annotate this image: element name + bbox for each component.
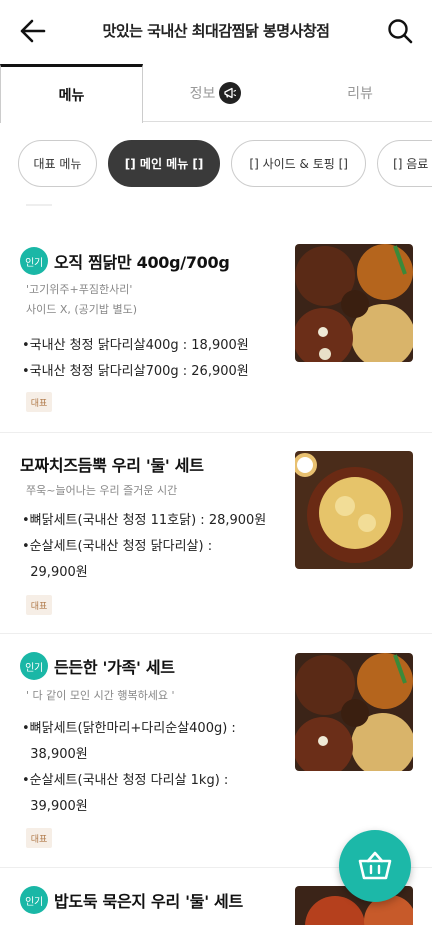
price-line: •뼈닭세트(닭한마리+다리순살400g) : (22, 721, 236, 736)
desc-line: '고기위주+푸짐한사리' (26, 283, 133, 296)
tab-review-label: 리뷰 (347, 86, 373, 102)
chip-representative-menu[interactable]: 대표 메뉴 (18, 140, 97, 187)
tab-menu-label: 메뉴 (58, 88, 85, 104)
menu-item-title: 인기 든든한 '가족' 세트 (20, 652, 175, 680)
menu-item-title: 인기 오직 찜닭만 400g/700g (20, 247, 230, 275)
tab-review[interactable]: 리뷰 (288, 64, 432, 122)
chip-label: 대표 메뉴 (33, 157, 82, 171)
category-chips: 대표 메뉴 [] 메인 메뉴 [] [] 사이드 & 토핑 [] [] 음료 [… (18, 140, 432, 188)
menu-item-prices: •뼈닭세트(닭한마리+다리순살400g) : 38,900원 •순살세트(국내산… (22, 716, 287, 820)
menu-list: 인기 오직 찜닭만 400g/700g '고기위주+푸짐한사리' 사이드 X, … (0, 200, 432, 925)
price-line: •순살세트(국내산 청정 다리살 1kg) : (22, 773, 229, 788)
representative-tag: 대표 (26, 828, 52, 848)
menu-item-title: 모짜치즈듬뿍 우리 '둘' 세트 (20, 452, 204, 476)
price-line: •국내산 청정 닭다리살700g : 26,900원 (22, 364, 249, 379)
representative-tag: 대표 (26, 595, 52, 615)
price-line: •순살세트(국내산 청정 닭다리살) : (22, 539, 213, 554)
menu-item-title: 인기 밥도둑 묵은지 우리 '둘' 세트 (20, 886, 243, 914)
price-line: 29,900원 (22, 565, 88, 580)
chip-label: [] 메인 메뉴 [] (124, 157, 204, 171)
menu-item[interactable]: 인기 오직 찜닭만 400g/700g '고기위주+푸짐한사리' 사이드 X, … (0, 225, 432, 433)
menu-item-image (295, 451, 413, 569)
menu-item-name: 밥도둑 묵은지 우리 '둘' 세트 (54, 892, 243, 911)
search-icon (388, 19, 413, 44)
basket-icon (358, 851, 392, 880)
chip-label: [] 음료 [] (393, 157, 432, 171)
representative-tag: 대표 (26, 392, 52, 412)
menu-item-name: 오직 찜닭만 400g/700g (54, 253, 230, 272)
chip-main-menu[interactable]: [] 메인 메뉴 [] (108, 140, 221, 187)
page-title: 맛있는 국내산 최대감찜닭 봉명사창점 (102, 22, 330, 40)
desc-line: 사이드 X, (공기밥 별도) (26, 303, 138, 316)
menu-item-name: 든든한 '가족' 세트 (54, 658, 175, 677)
menu-item-desc: 쭈욱~늘어나는 우리 즐거운 시간 (26, 481, 276, 501)
chip-side-topping[interactable]: [] 사이드 & 토핑 [] (231, 140, 367, 187)
popular-badge: 인기 (20, 247, 48, 275)
chip-label: [] 사이드 & 토핑 [] (249, 157, 348, 171)
megaphone-icon (219, 82, 242, 104)
menu-item-desc: ' 다 같이 모인 시간 행복하세요 ' (26, 686, 276, 706)
top-bar: 맛있는 국내산 최대감찜닭 봉명사창점 (0, 0, 432, 62)
desc-line: ' 다 같이 모인 시간 행복하세요 ' (26, 689, 175, 702)
menu-item-desc: '고기위주+푸짐한사리' 사이드 X, (공기밥 별도) (26, 280, 276, 320)
price-line: •국내산 청정 닭다리살400g : 18,900원 (22, 338, 249, 353)
price-line: •뼈닭세트(국내산 청정 11호닭) : 28,900원 (22, 513, 267, 528)
search-button[interactable] (386, 17, 414, 45)
popular-badge: 인기 (20, 652, 48, 680)
tab-info-label: 정보 (189, 86, 216, 102)
menu-item-name: 모짜치즈듬뿍 우리 '둘' 세트 (20, 456, 204, 475)
tab-info[interactable]: 정보 (143, 64, 288, 122)
tab-bar: 메뉴 정보 리뷰 (0, 64, 432, 123)
price-line: 38,900원 (22, 747, 88, 762)
price-line: 39,900원 (22, 799, 88, 814)
tab-menu[interactable]: 메뉴 (0, 64, 143, 123)
chip-drinks[interactable]: [] 음료 [] (377, 140, 432, 187)
desc-line: 쭈욱~늘어나는 우리 즐거운 시간 (26, 484, 178, 497)
menu-item-image (295, 653, 413, 771)
menu-item-prices: •뼈닭세트(국내산 청정 11호닭) : 28,900원 •순살세트(국내산 청… (22, 508, 287, 586)
popular-badge: 인기 (20, 886, 48, 914)
divider (26, 204, 52, 206)
cart-button[interactable] (339, 830, 411, 902)
menu-item-image (295, 244, 413, 362)
menu-item[interactable]: 모짜치즈듬뿍 우리 '둘' 세트 쭈욱~늘어나는 우리 즐거운 시간 •뼈닭세트… (0, 433, 432, 634)
menu-item-prices: •국내산 청정 닭다리살400g : 18,900원 •국내산 청정 닭다리살7… (22, 333, 287, 385)
